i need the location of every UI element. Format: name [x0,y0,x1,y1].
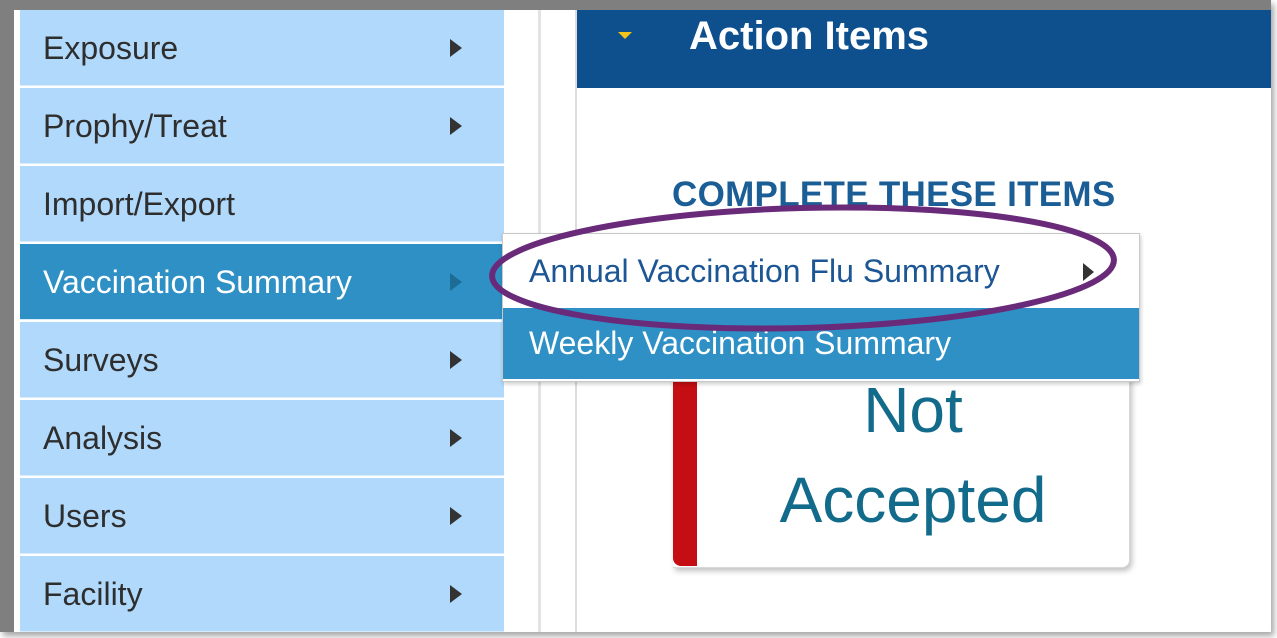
chevron-right-icon [450,429,462,447]
caret-down-icon[interactable] [618,32,632,39]
sidebar-item-label: Facility [43,576,143,612]
chevron-right-icon [450,585,462,603]
sidebar-item-label: Prophy/Treat [43,108,227,144]
panel-title: Action Items [689,14,930,58]
sidebar-item-label: Vaccination Summary [43,264,352,300]
sidebar-item-label: Import/Export [43,186,236,222]
sidebar-item-analysis[interactable]: Analysis [20,400,504,476]
sidebar-item-facility[interactable]: Facility [20,556,504,632]
window-left-border [0,0,14,632]
submenu-item-label: Weekly Vaccination Summary [529,325,952,361]
chevron-right-icon [1083,263,1094,281]
chevron-right-icon [450,507,462,525]
app-window: Exposure Prophy/Treat Import/Export Vacc… [0,0,1271,632]
sidebar-item-label: Analysis [43,420,163,456]
sidebar-item-surveys[interactable]: Surveys [20,322,504,398]
chevron-right-icon [450,351,462,369]
status-line-2: Accepted [779,464,1047,536]
sidebar-item-exposure[interactable]: Exposure [20,10,504,86]
submenu-item-weekly-summary[interactable]: Weekly Vaccination Summary [503,308,1139,379]
chevron-right-icon [450,273,462,291]
complete-items-heading: COMPLETE THESE ITEMS [672,175,1116,214]
submenu-item-label: Annual Vaccination Flu Summary [529,253,1000,289]
sidebar-item-label: Surveys [43,342,159,378]
sidebar-item-label: Exposure [43,30,179,66]
status-text: Not Accepted [697,365,1129,545]
window-top-border [0,0,1271,10]
chevron-right-icon [450,117,462,135]
sidebar-menu: Exposure Prophy/Treat Import/Export Vacc… [20,10,504,632]
sidebar-item-prophy-treat[interactable]: Prophy/Treat [20,88,504,164]
sidebar-item-vaccination-summary[interactable]: Vaccination Summary [20,244,504,320]
sidebar-item-import-export[interactable]: Import/Export [20,166,504,242]
chevron-right-icon [450,39,462,57]
sidebar-item-label: Users [43,498,127,534]
submenu-item-annual-flu-summary[interactable]: Annual Vaccination Flu Summary [503,236,1139,307]
sidebar-item-users[interactable]: Users [20,478,504,554]
vaccination-submenu: Annual Vaccination Flu Summary Weekly Va… [502,233,1140,382]
